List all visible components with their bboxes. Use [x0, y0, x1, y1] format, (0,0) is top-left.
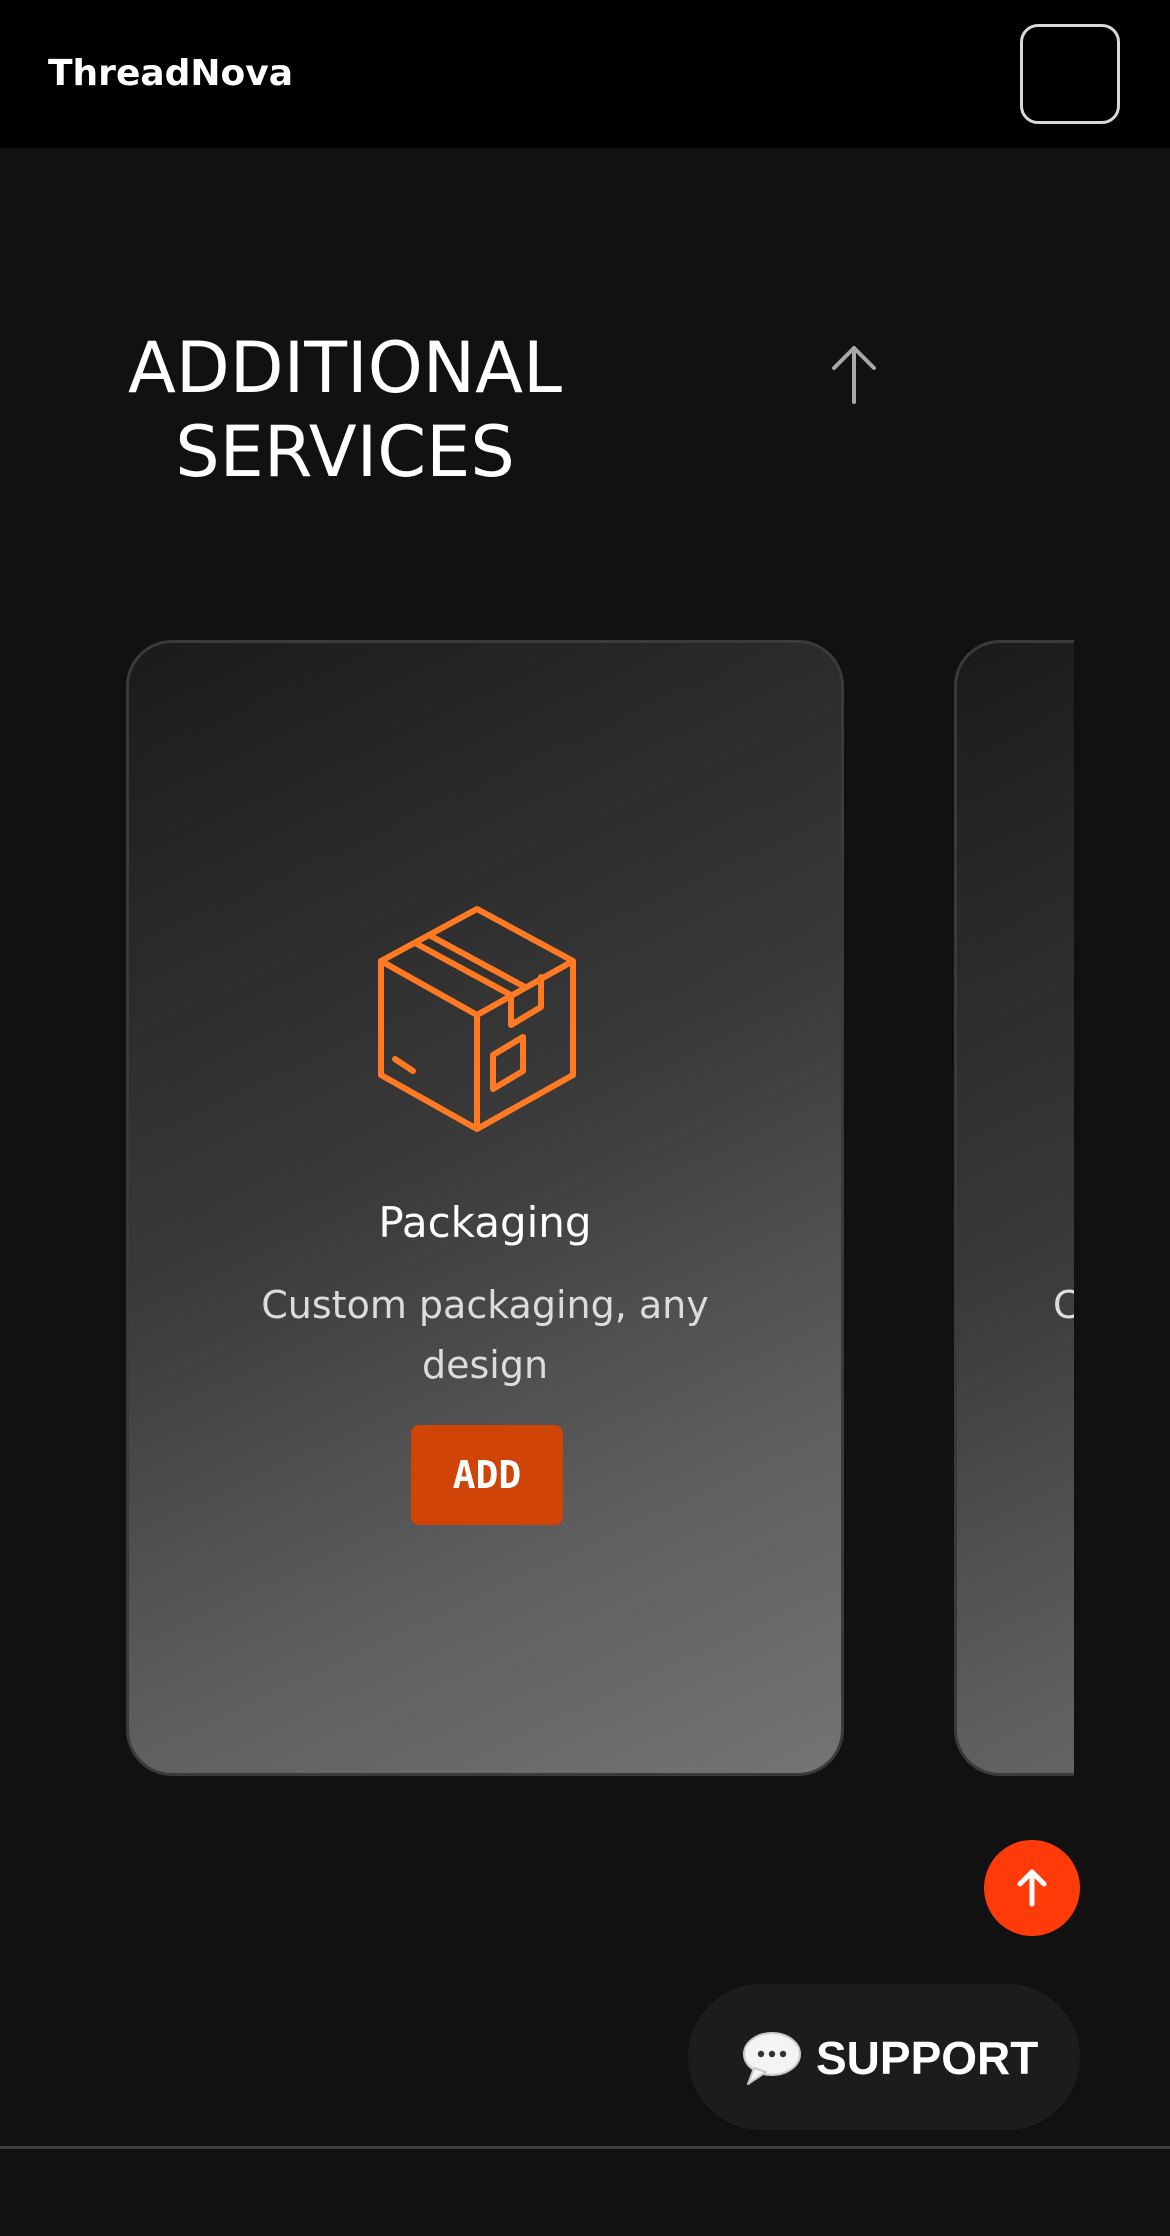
service-card-next[interactable]: C: [954, 640, 1074, 1776]
support-button[interactable]: SUPPORT: [688, 1984, 1080, 2130]
section-title-line-2: SERVICES: [175, 411, 515, 493]
services-carousel[interactable]: Packaging Custom packaging, any design A…: [126, 638, 1074, 1780]
arrow-up-icon[interactable]: [826, 340, 882, 410]
brand-logo[interactable]: ThreadNova: [48, 50, 293, 98]
add-packaging-button[interactable]: ADD: [411, 1425, 563, 1525]
footer-divider: [0, 2146, 1170, 2149]
service-card-packaging: Packaging Custom packaging, any design A…: [126, 640, 844, 1776]
package-box-icon: [377, 905, 577, 1133]
section-title-line-1: ADDITIONAL: [127, 327, 563, 409]
support-label: SUPPORT: [816, 2032, 1039, 2084]
scroll-to-top-button[interactable]: [984, 1840, 1080, 1936]
menu-button[interactable]: [1020, 24, 1120, 124]
speech-bubble-icon: [742, 2030, 802, 2086]
section-title: ADDITIONAL SERVICES: [100, 326, 590, 494]
service-description: Custom packaging, any design: [261, 1283, 709, 1387]
arrow-up-icon: [1017, 1869, 1047, 1907]
top-bar: ThreadNova: [0, 0, 1170, 148]
service-title: Packaging: [378, 1198, 592, 1247]
service-description-partial: C: [1053, 1283, 1074, 1327]
